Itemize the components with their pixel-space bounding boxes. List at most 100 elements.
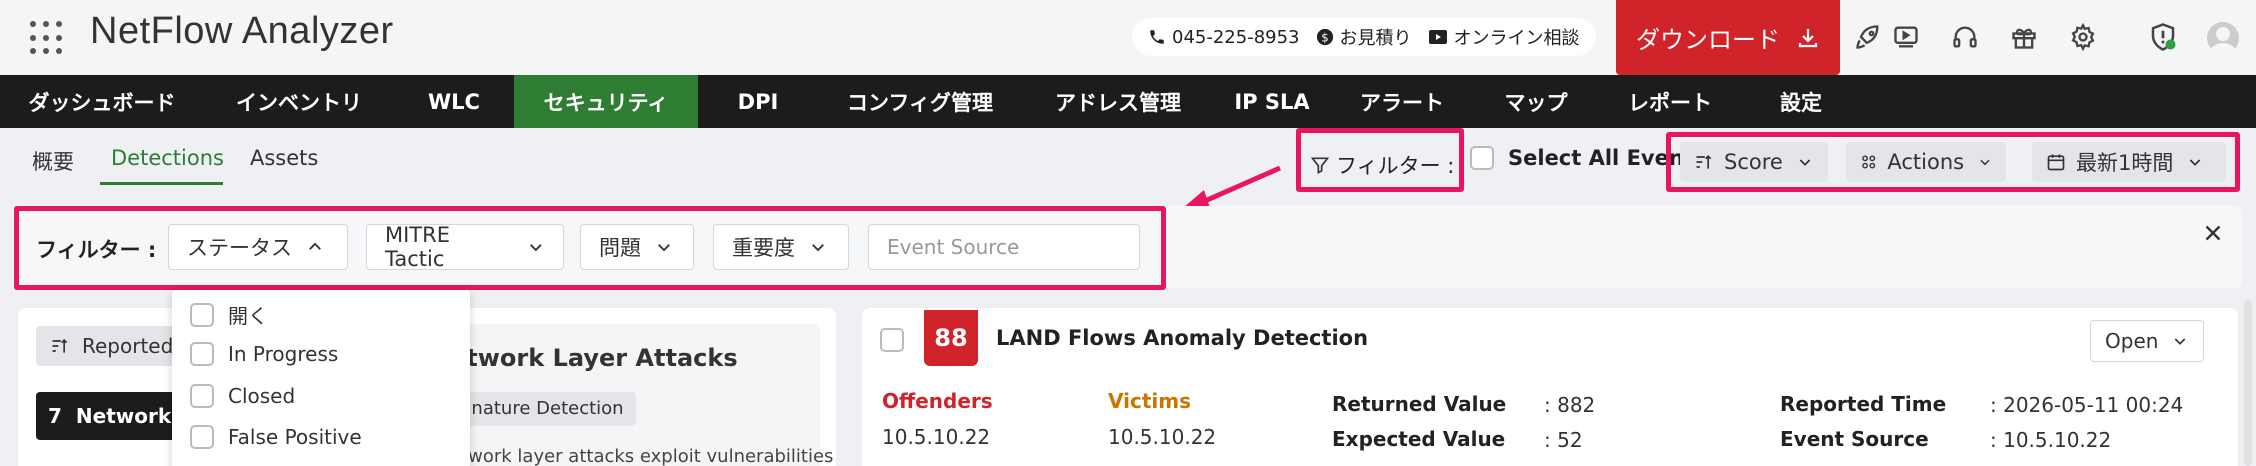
event-checkbox[interactable]	[880, 328, 904, 352]
quote-label: お見積り	[1339, 28, 1412, 49]
event-status-dropdown[interactable]: Open	[2090, 320, 2204, 362]
mitre-filter-dropdown[interactable]: MITRE Tactic	[366, 223, 564, 271]
nav-ipsla[interactable]: IP SLA	[1214, 75, 1330, 128]
contact-pill: 045-225-8953 $ お見積り オンライン相談	[1132, 18, 1596, 56]
tab-detections[interactable]: Detections	[111, 146, 224, 170]
nav-reports[interactable]: レポート	[1598, 75, 1742, 128]
nav-wlc[interactable]: WLC	[394, 75, 514, 128]
status-filter-dropdown[interactable]: ステータス	[168, 224, 348, 270]
video-icon	[1428, 30, 1447, 44]
status-option-label: False Positive	[228, 425, 362, 449]
event-source-value: : 10.5.10.22	[1990, 428, 2112, 452]
chevron-down-icon	[812, 244, 824, 252]
svg-text:$: $	[1321, 31, 1328, 45]
app-title: NetFlow Analyzer	[90, 10, 394, 52]
victims-value[interactable]: 10.5.10.22	[1108, 425, 1216, 449]
reported-label: Reported	[82, 334, 174, 358]
event-status-label: Open	[2105, 329, 2159, 353]
download-label: ダウンロード	[1636, 26, 1780, 54]
select-all-events[interactable]: Select All Events	[1470, 146, 1706, 170]
app-grid-icon[interactable]	[30, 21, 64, 55]
reported-time-value: : 2026-05-11 00:24	[1990, 393, 2184, 417]
reported-time-label: Reported Time	[1780, 392, 1947, 416]
nav-dashboard[interactable]: ダッシュボード	[0, 75, 204, 128]
sort-icon	[52, 338, 68, 353]
close-icon[interactable]	[2200, 220, 2226, 246]
user-avatar[interactable]	[2207, 22, 2239, 54]
attack-description: etwork layer attacks exploit vulnerabili…	[450, 446, 834, 466]
severity-filter-dropdown[interactable]: 重要度	[713, 224, 849, 270]
expected-value-label: Expected Value	[1332, 427, 1506, 451]
main-nav: ダッシュボード インベントリ WLC セキュリティ DPI コンフィグ管理 アド…	[0, 75, 2256, 128]
apps-icon	[1862, 155, 1876, 169]
filter-toggle-label: フィルター :	[1336, 154, 1455, 178]
nav-map[interactable]: マップ	[1474, 75, 1598, 128]
status-filter-label: ステータス	[187, 236, 292, 260]
signature-tag: gnature Detection	[448, 392, 636, 426]
status-option-open[interactable]: 開く	[190, 300, 268, 329]
filter-toggle[interactable]: フィルター :	[1310, 150, 1454, 180]
offenders-label: Offenders	[882, 389, 993, 413]
tab-assets[interactable]: Assets	[250, 146, 318, 170]
alert-shield-icon[interactable]	[2146, 20, 2180, 54]
funnel-icon	[1310, 157, 1330, 174]
chevron-down-icon	[1980, 159, 1990, 166]
reported-sort-button[interactable]: Reported	[36, 326, 186, 366]
mitre-filter-label: MITRE Tactic	[385, 223, 450, 271]
nav-settings[interactable]: 設定	[1742, 75, 1860, 128]
status-option-label: In Progress	[228, 342, 339, 366]
status-checkbox[interactable]	[190, 384, 214, 408]
select-all-checkbox[interactable]	[1470, 146, 1494, 170]
tab-overview[interactable]: 概要	[32, 146, 74, 176]
offenders-value[interactable]: 10.5.10.22	[882, 425, 990, 449]
scrollbar[interactable]	[2244, 300, 2252, 466]
event-title[interactable]: LAND Flows Anomaly Detection	[996, 326, 1368, 350]
status-checkbox[interactable]	[190, 302, 214, 327]
time-range-button[interactable]: 最新1時間	[2032, 142, 2226, 182]
nav-alerts[interactable]: アラート	[1330, 75, 1474, 128]
consult-label: オンライン相談	[1453, 28, 1580, 49]
gear-icon[interactable]	[2066, 20, 2100, 54]
expected-value: : 52	[1544, 428, 1583, 452]
actions-label: Actions	[1887, 150, 1965, 174]
returned-value: : 882	[1544, 393, 1596, 417]
phone-number: 045-225-8953	[1172, 26, 1300, 48]
status-checkbox[interactable]	[190, 425, 214, 449]
actions-button[interactable]: Actions	[1846, 142, 2006, 182]
chevron-down-icon	[658, 244, 670, 252]
status-option-label: 開く	[228, 304, 268, 328]
consult-link[interactable]: オンライン相談	[1428, 24, 1580, 50]
problem-filter-dropdown[interactable]: 問題	[580, 224, 694, 270]
nav-inventory[interactable]: インベントリ	[204, 75, 394, 128]
category-count: 7	[48, 404, 62, 428]
status-option-closed[interactable]: Closed	[190, 384, 295, 408]
victims-label: Victims	[1108, 389, 1191, 413]
event-source-input[interactable]: Event Source	[868, 224, 1140, 270]
phone-link[interactable]: 045-225-8953	[1148, 27, 1300, 48]
gift-icon[interactable]	[2007, 20, 2041, 54]
nav-security[interactable]: セキュリティ	[514, 75, 698, 128]
score-label: Score	[1724, 150, 1783, 174]
status-checkbox[interactable]	[190, 342, 214, 366]
filter-row-label: フィルター :	[36, 238, 157, 262]
score-sort-button[interactable]: Score	[1680, 142, 1828, 182]
chevron-down-icon	[1799, 159, 1811, 166]
status-option-label: Closed	[228, 384, 296, 408]
chevron-up-icon	[309, 242, 321, 250]
download-icon	[1798, 28, 1818, 47]
event-source-label: Event Source	[1780, 427, 1929, 451]
sort-icon	[1696, 154, 1712, 169]
nav-config[interactable]: コンフィグ管理	[818, 75, 1022, 128]
status-option-in-progress[interactable]: In Progress	[190, 342, 338, 366]
phone-icon	[1150, 30, 1164, 44]
select-all-label: Select All Events	[1508, 146, 1707, 170]
nav-address[interactable]: アドレス管理	[1022, 75, 1214, 128]
calendar-icon	[2047, 154, 2065, 171]
dollar-icon: $	[1316, 28, 1333, 46]
headset-icon[interactable]	[1948, 20, 1982, 54]
nav-dpi[interactable]: DPI	[698, 75, 818, 128]
quote-link[interactable]: $ お見積り	[1316, 24, 1412, 50]
media-icon[interactable]	[1889, 20, 1923, 54]
download-button[interactable]: ダウンロード	[1616, 0, 1840, 75]
status-option-false-positive[interactable]: False Positive	[190, 425, 362, 449]
